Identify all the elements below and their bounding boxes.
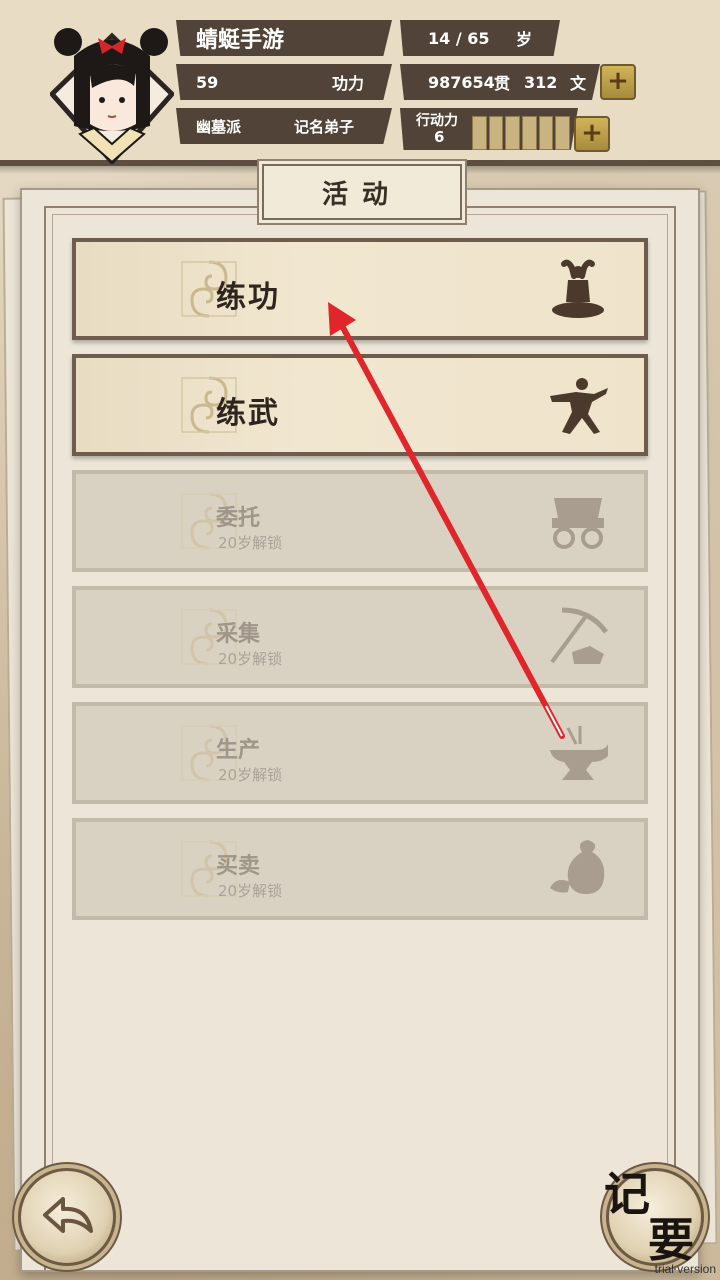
unlock-requirement: 20岁解锁 bbox=[218, 650, 283, 668]
unlock-requirement: 20岁解锁 bbox=[218, 766, 283, 784]
notes-char-1: 记 bbox=[604, 1167, 650, 1221]
activity-title: 采集 bbox=[216, 622, 261, 647]
panel-title: 活动 bbox=[262, 164, 462, 220]
status-header: 蜻蜓手游 14 / 65 岁 59 功力 987654 贯 312 文 + 幽墓… bbox=[0, 0, 720, 174]
activity-card-3: 采集 20岁解锁 bbox=[72, 586, 648, 688]
money-bag-icon bbox=[546, 838, 610, 902]
age-unit: 岁 bbox=[516, 30, 533, 49]
power-value: 59 bbox=[196, 72, 219, 92]
money-wen-value: 312 bbox=[524, 72, 558, 92]
activity-card-4: 生产 20岁解锁 bbox=[72, 702, 648, 804]
character-portrait[interactable] bbox=[50, 16, 174, 164]
stamina-meter bbox=[472, 116, 571, 150]
sect-name: 幽墓派 bbox=[196, 117, 242, 136]
back-button[interactable] bbox=[18, 1168, 116, 1266]
anvil-icon bbox=[546, 722, 610, 786]
martial-arts-icon bbox=[546, 374, 610, 438]
player-name: 蜻蜓手游 bbox=[196, 28, 285, 53]
unlock-requirement: 20岁解锁 bbox=[218, 882, 283, 900]
money-bar: 987654 贯 312 文 bbox=[400, 64, 600, 100]
money-guan-unit: 贯 bbox=[494, 74, 511, 93]
activity-card-5: 买卖 20岁解锁 bbox=[72, 818, 648, 920]
pickaxe-icon bbox=[546, 606, 610, 670]
add-money-button[interactable]: + bbox=[600, 64, 636, 100]
notes-char-2: 要 bbox=[648, 1213, 694, 1267]
activity-title: 买卖 bbox=[216, 854, 261, 879]
back-arrow-icon bbox=[43, 1197, 93, 1233]
stamina-value: 6 bbox=[434, 128, 445, 146]
activity-title: 委托 bbox=[216, 506, 261, 531]
add-stamina-button[interactable]: + bbox=[574, 116, 610, 152]
sect-bar: 幽墓派 记名弟子 bbox=[176, 108, 392, 144]
name-bar: 蜻蜓手游 bbox=[176, 20, 392, 56]
activity-card-0[interactable]: 练功 bbox=[72, 238, 648, 340]
money-guan-value: 987654 bbox=[428, 72, 495, 92]
activity-title: 练功 bbox=[216, 280, 280, 315]
power-label: 功力 bbox=[332, 74, 365, 93]
activity-title: 练武 bbox=[216, 396, 280, 431]
activity-card-2: 委托 20岁解锁 bbox=[72, 470, 648, 572]
power-bar: 59 功力 bbox=[176, 64, 392, 100]
rank-name: 记名弟子 bbox=[294, 117, 355, 136]
activity-card-1[interactable]: 练武 bbox=[72, 354, 648, 456]
stamina-label: 行动力 bbox=[416, 113, 458, 129]
meditation-icon bbox=[546, 258, 610, 322]
unlock-requirement: 20岁解锁 bbox=[218, 534, 283, 552]
money-wen-unit: 文 bbox=[570, 74, 587, 93]
trial-watermark: trial version bbox=[654, 1262, 716, 1276]
activity-title: 生产 bbox=[216, 738, 261, 763]
cart-icon bbox=[546, 490, 610, 554]
age-bar: 14 / 65 岁 bbox=[400, 20, 560, 56]
age-value: 14 / 65 bbox=[428, 28, 490, 48]
